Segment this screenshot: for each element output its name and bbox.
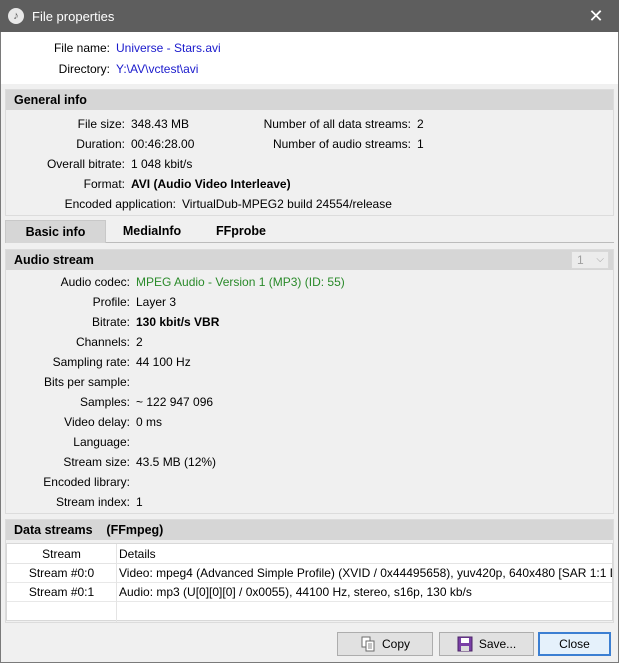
audio-property-row: Language: — [0, 432, 619, 452]
audio-property-row: Profile: Layer 3 — [0, 292, 619, 312]
audio-streams-label: Number of audio streams: — [272, 137, 411, 151]
save-button[interactable]: Save... — [439, 632, 534, 656]
audio-property-label: Language: — [73, 435, 130, 449]
close-button-label: Close — [559, 637, 590, 651]
audio-property-row: Sampling rate: 44 100 Hz — [0, 352, 619, 372]
audio-property-value: 44 100 Hz — [136, 355, 191, 369]
table-row-details[interactable]: Audio: mp3 (U[0][0][0] / 0x0055), 44100 … — [117, 583, 612, 602]
audio-property-label: Audio codec: — [60, 275, 130, 289]
audio-property-label: Video delay: — [64, 415, 130, 429]
all-streams-label: Number of all data streams: — [263, 117, 411, 131]
overall-bitrate-value: 1 048 kbit/s — [131, 157, 193, 171]
audio-property-label: Profile: — [92, 295, 130, 309]
table-row-stream[interactable]: Stream #0:1 — [7, 583, 116, 602]
table-row-stream[interactable]: Stream #0:0 — [7, 564, 116, 583]
directory-label: Directory: — [58, 62, 110, 76]
format-label: Format: — [83, 177, 125, 191]
audio-property-value: 2 — [136, 335, 143, 349]
data-streams-title: Data streams (FFmpeg) — [6, 520, 613, 540]
audio-property-row: Stream size: 43.5 MB (12%) — [0, 452, 619, 472]
audio-property-label: Stream index: — [55, 495, 130, 509]
title-bar: ♪ File properties ✕ — [0, 0, 619, 32]
audio-property-value: Layer 3 — [136, 295, 177, 309]
encoded-app-value: VirtualDub-MPEG2 build 24554/release — [182, 197, 392, 211]
music-note-icon: ♪ — [8, 8, 24, 24]
audio-property-row: Samples: ~ 122 947 096 — [0, 392, 619, 412]
general-info-title: General info — [6, 90, 613, 110]
stream-selector[interactable]: 1 ⌵ — [571, 251, 609, 269]
stream-selector-value: 1 — [577, 253, 584, 267]
audio-property-label: Channels: — [75, 335, 130, 349]
audio-property-row: Stream index: 1 — [0, 492, 619, 512]
audio-property-row: Channels: 2 — [0, 332, 619, 352]
data-streams-table: Stream Details Stream #0:0 Video: mpeg4 … — [6, 543, 613, 622]
close-button[interactable]: Close — [538, 632, 611, 656]
file-size-label: File size: — [77, 117, 125, 131]
audio-property-value: 1 — [136, 495, 143, 509]
audio-property-label: Samples: — [79, 395, 130, 409]
audio-property-label: Encoded library: — [43, 475, 130, 489]
all-streams-value: 2 — [417, 117, 424, 131]
audio-property-value: 0 ms — [136, 415, 163, 429]
encoded-app-label: Encoded application: — [64, 197, 176, 211]
chevron-down-icon: ⌵ — [596, 254, 604, 265]
copy-icon — [361, 636, 375, 652]
save-button-label: Save... — [478, 637, 517, 651]
duration-value: 00:46:28.00 — [131, 137, 195, 151]
audio-streams-value: 1 — [417, 137, 424, 151]
audio-property-value: 130 kbit/s VBR — [136, 315, 220, 329]
audio-property-row: Audio codec: MPEG Audio - Version 1 (MP3)… — [0, 272, 619, 292]
floppy-disk-icon — [457, 636, 473, 652]
audio-property-row: Video delay: 0 ms — [0, 412, 619, 432]
tab-basic-info[interactable]: Basic info — [5, 220, 106, 243]
audio-property-value: 43.5 MB (12%) — [136, 455, 217, 469]
audio-stream-title: Audio stream — [14, 253, 94, 267]
window-title: File properties — [32, 8, 115, 24]
copy-button[interactable]: Copy — [337, 632, 433, 656]
overall-bitrate-label: Overall bitrate: — [46, 157, 125, 171]
table-row-details[interactable]: Video: mpeg4 (Advanced Simple Profile) (… — [117, 564, 612, 583]
tab-mediainfo[interactable]: MediaInfo — [106, 220, 198, 243]
column-header-details[interactable]: Details — [117, 544, 612, 564]
info-tabs: Basic info MediaInfo FFprobe — [5, 220, 614, 243]
audio-property-label: Bits per sample: — [43, 375, 130, 389]
audio-property-value: MPEG Audio - Version 1 (MP3) (ID: 55) — [136, 275, 345, 289]
directory-value[interactable]: Y:\AV\vctest\avi — [116, 61, 198, 77]
file-size-value: 348.43 MB — [131, 117, 190, 131]
audio-property-row: Bits per sample: — [0, 372, 619, 392]
file-name-value[interactable]: Universe - Stars.avi — [116, 40, 221, 56]
close-icon[interactable]: ✕ — [573, 0, 619, 32]
file-name-label: File name: — [53, 41, 110, 55]
format-value: AVI (Audio Video Interleave) — [131, 177, 291, 191]
audio-property-value: ~ 122 947 096 — [136, 395, 214, 409]
audio-property-label: Bitrate: — [91, 315, 130, 329]
duration-label: Duration: — [76, 137, 125, 151]
audio-property-row: Bitrate: 130 kbit/s VBR — [0, 312, 619, 332]
tab-ffprobe[interactable]: FFprobe — [198, 220, 284, 243]
copy-button-label: Copy — [381, 637, 410, 651]
audio-property-label: Stream size: — [63, 455, 130, 469]
audio-property-label: Sampling rate: — [52, 355, 130, 369]
column-header-stream[interactable]: Stream — [7, 544, 116, 564]
audio-property-row: Encoded library: — [0, 472, 619, 492]
